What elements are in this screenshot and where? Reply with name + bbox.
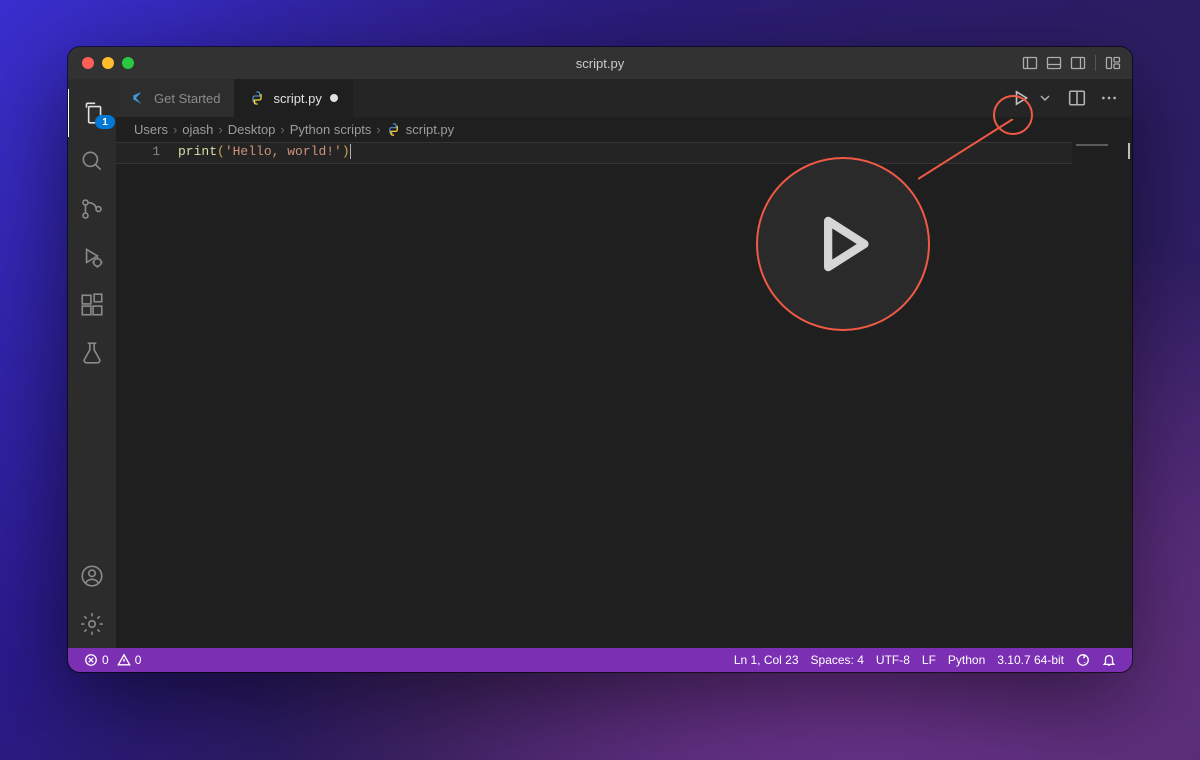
dirty-indicator-icon	[330, 94, 338, 102]
status-value: 0	[102, 653, 109, 667]
tab-label: script.py	[273, 91, 321, 106]
status-feedback[interactable]	[1070, 653, 1096, 667]
activity-bar: 1	[68, 79, 116, 648]
window-title: script.py	[576, 56, 624, 71]
vscode-icon	[130, 90, 146, 106]
status-interpreter[interactable]: 3.10.7 64-bit	[991, 653, 1070, 667]
activity-run-debug[interactable]	[68, 233, 116, 281]
minimap-line	[1076, 144, 1108, 146]
fullscreen-window-button[interactable]	[122, 57, 134, 69]
status-indentation[interactable]: Spaces: 4	[805, 653, 870, 667]
activity-testing[interactable]	[68, 329, 116, 377]
minimap-cursor-icon	[1128, 143, 1130, 159]
workbench-body: 1	[68, 79, 1132, 648]
activity-explorer[interactable]: 1	[68, 89, 117, 137]
tab-script-py[interactable]: script.py	[235, 79, 352, 117]
close-window-button[interactable]	[82, 57, 94, 69]
activity-accounts[interactable]	[68, 552, 116, 600]
breadcrumb[interactable]: Users› ojash› Desktop› Python scripts› s…	[116, 117, 1132, 141]
code-content[interactable]: print('Hello, world!')	[178, 141, 1072, 648]
status-value: 0	[135, 653, 142, 667]
status-bar: 0 0 Ln 1, Col 23 Spaces: 4 UTF-8 LF Pyth…	[68, 648, 1132, 672]
explorer-badge: 1	[95, 115, 115, 129]
python-icon	[386, 122, 401, 137]
activity-extensions[interactable]	[68, 281, 116, 329]
divider	[1095, 55, 1096, 71]
layout-panel-icon[interactable]	[1045, 54, 1063, 72]
minimize-window-button[interactable]	[102, 57, 114, 69]
tab-get-started[interactable]: Get Started	[116, 79, 235, 117]
breadcrumb-segment[interactable]: Users	[134, 122, 168, 137]
titlebar: script.py	[68, 47, 1132, 79]
tab-label: Get Started	[154, 91, 220, 106]
layout-customize-icon[interactable]	[1104, 54, 1122, 72]
split-editor-button[interactable]	[1066, 87, 1088, 109]
run-menu-button[interactable]	[1034, 87, 1056, 109]
breadcrumb-segment[interactable]: Python scripts	[290, 122, 372, 137]
status-language[interactable]: Python	[942, 653, 991, 667]
window-controls	[82, 57, 134, 69]
more-actions-button[interactable]	[1098, 87, 1120, 109]
editor-group: Get Started script.py	[116, 79, 1132, 648]
status-cursor-position[interactable]: Ln 1, Col 23	[728, 653, 805, 667]
activity-search[interactable]	[68, 137, 116, 185]
activity-source-control[interactable]	[68, 185, 116, 233]
breadcrumb-segment[interactable]: Desktop	[228, 122, 276, 137]
code-line[interactable]: print('Hello, world!')	[178, 142, 1072, 162]
vscode-window: script.py 1	[68, 47, 1132, 672]
status-encoding[interactable]: UTF-8	[870, 653, 916, 667]
gutter: 1	[116, 141, 178, 648]
line-number: 1	[116, 142, 160, 162]
tab-actions	[1010, 79, 1132, 117]
status-notifications[interactable]	[1096, 653, 1122, 667]
status-warnings[interactable]: 0	[111, 653, 148, 667]
tabs-row: Get Started script.py	[116, 79, 1132, 117]
status-eol[interactable]: LF	[916, 653, 942, 667]
breadcrumb-segment[interactable]: ojash	[182, 122, 213, 137]
text-cursor	[350, 144, 351, 159]
titlebar-layout-controls	[1021, 54, 1122, 72]
activity-settings[interactable]	[68, 600, 116, 648]
layout-sidebar-left-icon[interactable]	[1021, 54, 1039, 72]
breadcrumb-segment[interactable]: script.py	[406, 122, 454, 137]
code-editor[interactable]: 1 print('Hello, world!')	[116, 141, 1132, 648]
layout-sidebar-right-icon[interactable]	[1069, 54, 1087, 72]
minimap[interactable]	[1072, 141, 1132, 648]
status-errors[interactable]: 0	[78, 653, 115, 667]
python-icon	[249, 90, 265, 106]
run-button[interactable]	[1010, 87, 1032, 109]
